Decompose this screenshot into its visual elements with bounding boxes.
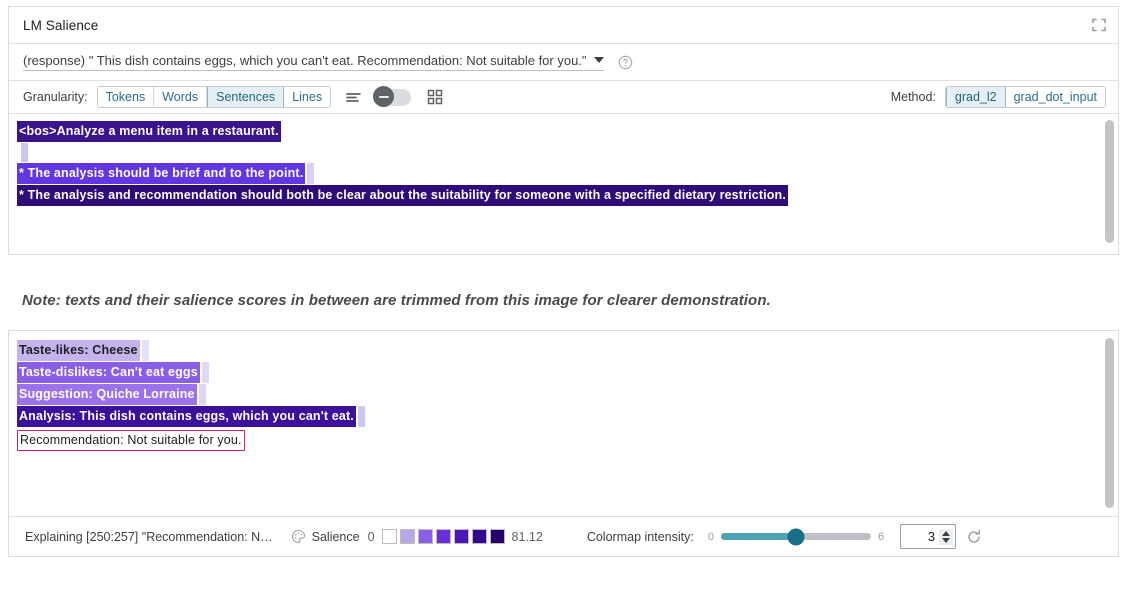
- salience-segment[interactable]: * The analysis and recommendation should…: [17, 185, 788, 206]
- module-title-bar: LM Salience: [9, 7, 1118, 44]
- explaining-status-text: Explaining [250:257] "Recommendation: N…: [25, 530, 273, 544]
- fullscreen-expand-icon[interactable]: [1090, 16, 1108, 34]
- colormap-legend-swatches: [382, 529, 505, 544]
- slider-max-label: 6: [878, 531, 884, 543]
- method-label: Method:: [891, 90, 936, 104]
- colormap-swatch: [382, 529, 397, 544]
- granularity-label: Granularity:: [23, 90, 88, 104]
- arrow-down-icon[interactable]: [942, 538, 950, 543]
- help-circle-icon[interactable]: [618, 55, 633, 70]
- colormap-swatch: [436, 529, 451, 544]
- newline-salience-marker: [307, 163, 314, 184]
- salience-line[interactable]: Taste-likes: Cheese: [17, 340, 1118, 361]
- colormap-swatch: [454, 529, 469, 544]
- slider-fill: [721, 533, 796, 540]
- response-salience-panel[interactable]: Taste-likes: Cheese Taste-dislikes: Can'…: [9, 331, 1118, 516]
- page-title: LM Salience: [23, 18, 98, 33]
- stepper-arrows[interactable]: [939, 529, 953, 545]
- colormap-swatch: [490, 529, 505, 544]
- salience-segment[interactable]: Suggestion: Quiche Lorraine: [17, 384, 197, 405]
- salience-line[interactable]: <bos>Analyze a menu item in a restaurant…: [17, 121, 1118, 142]
- salience-line[interactable]: * The analysis and recommendation should…: [17, 185, 1118, 206]
- reset-refresh-icon[interactable]: [966, 529, 982, 545]
- response-selector-bar: (response) " This dish contains eggs, wh…: [9, 44, 1118, 81]
- newline-salience-marker: [283, 121, 290, 142]
- salience-segment[interactable]: Analysis: This dish contains eggs, which…: [17, 406, 356, 427]
- response-dropdown-value: (response) " This dish contains eggs, wh…: [23, 53, 587, 68]
- salience-legend-max: 81.12: [512, 530, 543, 544]
- slider-handle[interactable]: [787, 528, 804, 545]
- trim-note: Note: texts and their salience scores in…: [22, 292, 771, 309]
- colormap-intensity-slider[interactable]: [721, 533, 871, 540]
- salience-toolbar: Granularity: Tokens Words Sentences Line…: [9, 81, 1118, 114]
- salience-line[interactable]: Taste-dislikes: Can't eat eggs: [17, 362, 1118, 383]
- newline-salience-marker: [358, 406, 365, 427]
- response-salience-module: Taste-likes: Cheese Taste-dislikes: Can'…: [8, 330, 1119, 557]
- color-palette-icon: [291, 529, 306, 544]
- lm-salience-module: LM Salience (response) " This dish conta…: [8, 6, 1119, 255]
- salience-footer: Explaining [250:257] "Recommendation: N……: [9, 516, 1118, 556]
- prompt-salience-lines: <bos>Analyze a menu item in a restaurant…: [9, 114, 1118, 213]
- grid-view-icon[interactable]: [427, 89, 443, 105]
- salience-legend-min: 0: [368, 530, 375, 544]
- method-option-grad-l2[interactable]: grad_l2: [946, 87, 1006, 107]
- salience-line-selected[interactable]: Recommendation: Not suitable for you.: [17, 430, 1118, 451]
- colormap-swatch: [400, 529, 415, 544]
- newline-salience-marker: [202, 362, 209, 383]
- colormap-intensity-label: Colormap intensity:: [587, 530, 694, 544]
- stepper-value: 3: [928, 529, 935, 544]
- newline-salience-marker: [142, 340, 149, 361]
- display-density-toggle[interactable]: [373, 89, 411, 106]
- granularity-option-words[interactable]: Words: [154, 87, 207, 107]
- salience-segment[interactable]: Taste-dislikes: Can't eat eggs: [17, 362, 200, 383]
- chevron-down-icon: [594, 57, 604, 63]
- response-panel-scrollbar[interactable]: [1104, 334, 1115, 513]
- scrollbar-thumb[interactable]: [1105, 120, 1114, 243]
- colormap-swatch: [472, 529, 487, 544]
- method-option-grad-dot-input[interactable]: grad_dot_input: [1006, 87, 1105, 107]
- selected-salience-segment[interactable]: Recommendation: Not suitable for you.: [17, 430, 245, 451]
- salience-line[interactable]: Analysis: This dish contains eggs, which…: [17, 406, 1118, 427]
- colormap-intensity-stepper[interactable]: 3: [900, 524, 956, 549]
- slider-min-label: 0: [708, 531, 714, 543]
- granularity-option-tokens[interactable]: Tokens: [98, 87, 155, 107]
- response-dropdown[interactable]: (response) " This dish contains eggs, wh…: [23, 53, 604, 71]
- scrollbar-thumb[interactable]: [1105, 338, 1114, 508]
- granularity-segmented-control: Tokens Words Sentences Lines: [97, 86, 331, 108]
- salience-segment[interactable]: Taste-likes: Cheese: [17, 340, 140, 361]
- toggle-knob: [373, 86, 394, 107]
- newline-salience-marker: [199, 384, 206, 405]
- salience-segment[interactable]: * The analysis should be brief and to th…: [17, 163, 305, 184]
- newline-salience-marker: [790, 185, 797, 206]
- granularity-option-lines[interactable]: Lines: [284, 87, 330, 107]
- horizontal-lines-icon: [345, 89, 362, 106]
- prompt-salience-panel[interactable]: <bos>Analyze a menu item in a restaurant…: [9, 114, 1118, 254]
- newline-salience-marker: [21, 143, 28, 162]
- salience-line[interactable]: * The analysis should be brief and to th…: [17, 163, 1118, 184]
- granularity-option-sentences[interactable]: Sentences: [207, 87, 284, 107]
- colormap-swatch: [418, 529, 433, 544]
- salience-legend-label: Salience: [312, 530, 360, 544]
- salience-line[interactable]: [17, 143, 1118, 162]
- response-salience-lines: Taste-likes: Cheese Taste-dislikes: Can'…: [9, 331, 1118, 458]
- salience-segment[interactable]: <bos>Analyze a menu item in a restaurant…: [17, 121, 281, 142]
- prompt-panel-scrollbar[interactable]: [1104, 117, 1115, 251]
- arrow-up-icon[interactable]: [942, 531, 950, 536]
- salience-line[interactable]: Suggestion: Quiche Lorraine: [17, 384, 1118, 405]
- method-segmented-control: grad_l2 grad_dot_input: [945, 86, 1106, 108]
